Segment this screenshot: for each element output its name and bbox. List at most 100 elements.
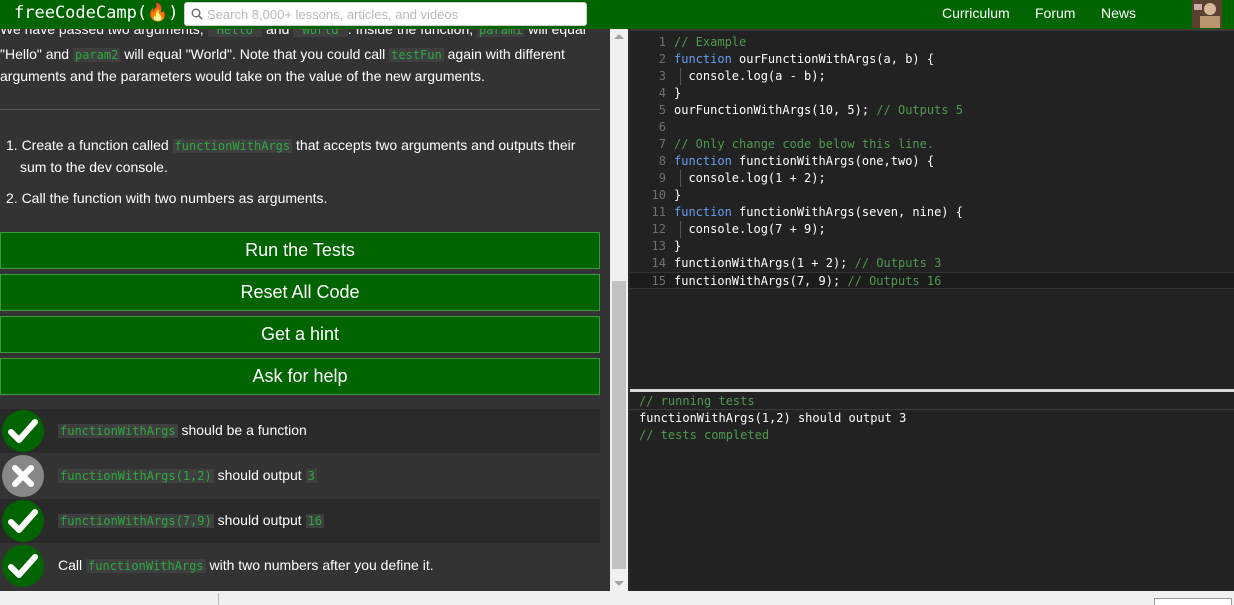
line-number: 1 — [658, 35, 666, 49]
code-line[interactable]: 12 console.log(7 + 9); — [630, 221, 1234, 238]
code-line[interactable]: 11 function functionWithArgs(seven, nine)… — [630, 204, 1234, 221]
code-line[interactable]: 2 function ourFunctionWithArgs(a, b) { — [630, 51, 1234, 68]
test-row: functionWithArgs(7,9) should output 16 — [0, 499, 600, 543]
left-scrollbar[interactable] — [610, 29, 628, 591]
code-token: console.log(1 + 2); — [674, 171, 826, 185]
line-number: 12 — [651, 222, 666, 236]
code-token: functionWithArgs(seven, nine) { — [731, 205, 963, 219]
code-token: } — [674, 188, 682, 202]
line-number: 7 — [658, 137, 666, 151]
description-text: We have passed two arguments, — [0, 29, 208, 37]
inline-code: testFun — [389, 48, 444, 62]
run-tests-button[interactable]: Run the Tests — [0, 232, 600, 269]
test-text: functionWithArgs(7,9) should output 16 — [58, 512, 325, 528]
code-line[interactable]: 4} — [630, 85, 1234, 102]
line-content: console.log(7 + 9); — [674, 221, 825, 238]
code-token: functionWithArgs(one,two) { — [731, 154, 935, 168]
inline-code: "World" — [293, 29, 348, 37]
nav-curriculum-link[interactable]: Curriculum — [942, 5, 1010, 21]
inline-code: 3 — [305, 469, 317, 483]
line-content: console.log(1 + 2); — [674, 170, 826, 187]
line-number: 3 — [658, 69, 666, 83]
step-text: that accepts two arguments and outputs t… — [292, 137, 576, 153]
search-icon — [191, 8, 203, 20]
line-number: 11 — [651, 205, 666, 219]
description-text: again with different — [443, 46, 565, 62]
check-icon — [2, 410, 44, 452]
test-label: with two numbers after you define it. — [205, 557, 434, 573]
code-line[interactable]: 6 — [630, 119, 1234, 136]
brand-logo[interactable]: freeCodeCamp(🔥) — [14, 3, 178, 23]
line-number: 14 — [651, 256, 666, 270]
line-content: } — [674, 187, 681, 204]
code-line[interactable]: 1 // Example — [630, 34, 1234, 51]
code-line[interactable]: 5 ourFunctionWithArgs(10, 5); // Outputs … — [630, 102, 1234, 119]
code-line[interactable]: 7 // Only change code below this line. — [630, 136, 1234, 153]
inline-code: functionWithArgs — [172, 139, 293, 153]
code-token: function — [674, 52, 732, 66]
nav-news-link[interactable]: News — [1101, 5, 1136, 21]
test-row: functionWithArgs(1,2) should output 3 — [0, 454, 600, 498]
instruction-step-1: 1. Create a function called functionWith… — [6, 134, 575, 157]
reset-code-button[interactable]: Reset All Code — [0, 274, 600, 311]
status-divider — [218, 593, 219, 605]
test-label: should output — [213, 467, 306, 483]
scroll-down-icon[interactable] — [614, 581, 624, 586]
inline-code: functionWithArgs — [58, 424, 178, 438]
code-token: // Outputs 16 — [847, 274, 942, 288]
inline-code: 16 — [305, 514, 325, 528]
scroll-thumb[interactable] — [612, 281, 626, 569]
description-text: will equal — [524, 29, 586, 37]
check-icon — [2, 545, 44, 587]
line-number: 15 — [651, 274, 666, 288]
code-line[interactable]: 9 console.log(1 + 2); — [630, 170, 1234, 187]
description-line: arguments and the parameters would take … — [0, 68, 485, 84]
get-hint-button[interactable]: Get a hint — [0, 316, 600, 353]
console-output: // running tests functionWithArgs(1,2) s… — [630, 392, 1234, 591]
search-input[interactable] — [207, 5, 577, 23]
code-token: function — [674, 154, 732, 168]
description-line: "Hello" and param2 will equal "World". N… — [0, 43, 565, 66]
avatar[interactable] — [1192, 0, 1222, 28]
inline-code: functionWithArgs(7,9) — [58, 514, 214, 528]
line-number: 5 — [658, 103, 666, 117]
line-content: functionWithArgs(7, 9); // Outputs 16 — [674, 273, 941, 290]
code-token: ourFunctionWithArgs(a, b) { — [731, 52, 935, 66]
description-line: We have passed two arguments, "Hello" an… — [0, 29, 586, 41]
status-box — [1154, 598, 1232, 605]
code-line[interactable]: 15 functionWithArgs(7, 9); // Outputs 16 — [630, 272, 1234, 289]
line-content: function functionWithArgs(one,two) { — [674, 153, 934, 170]
test-row: functionWithArgs should be a function — [0, 409, 600, 453]
line-number: 13 — [651, 239, 666, 253]
ask-help-button[interactable]: Ask for help — [0, 358, 600, 395]
inline-code: functionWithArgs — [86, 559, 206, 573]
scroll-up-icon[interactable] — [614, 34, 624, 39]
description-text: "Hello" and — [0, 46, 73, 62]
status-bar — [0, 591, 1234, 605]
code-line[interactable]: 3 console.log(a - b); — [630, 68, 1234, 85]
code-token: // Example — [674, 35, 747, 49]
nav-forum-link[interactable]: Forum — [1035, 5, 1075, 21]
line-content: console.log(a - b); — [674, 68, 825, 85]
code-line[interactable]: 10} — [630, 187, 1234, 204]
code-editor[interactable]: 1 // Example 2 function ourFunctionWithArgs… — [630, 29, 1234, 389]
line-content: function ourFunctionWithArgs(a, b) { — [674, 51, 934, 68]
description-text: and — [262, 29, 294, 37]
line-content: // Only change code below this line. — [674, 136, 934, 153]
test-text: functionWithArgs should be a function — [58, 422, 307, 438]
code-line[interactable]: 13} — [630, 238, 1234, 255]
test-text: Call functionWithArgs with two numbers a… — [58, 557, 434, 573]
code-token: // Outputs 3 — [854, 256, 942, 270]
test-label: should output — [213, 512, 306, 528]
code-token: // Outputs 5 — [876, 103, 963, 117]
code-line[interactable]: 8 function functionWithArgs(one,two) { — [630, 153, 1234, 170]
code-token: functionWithArgs(7, 9); — [674, 274, 848, 288]
code-token: function — [674, 205, 732, 219]
search-box[interactable] — [184, 2, 587, 26]
inline-code: param2 — [72, 48, 121, 62]
code-line[interactable]: 14 functionWithArgs(1 + 2); // Outputs 3 — [630, 255, 1234, 272]
description-text: . Inside the function, — [347, 29, 478, 37]
line-number: 6 — [658, 120, 666, 134]
avatar-image — [1192, 0, 1222, 28]
output-line: // tests completed — [639, 428, 770, 442]
